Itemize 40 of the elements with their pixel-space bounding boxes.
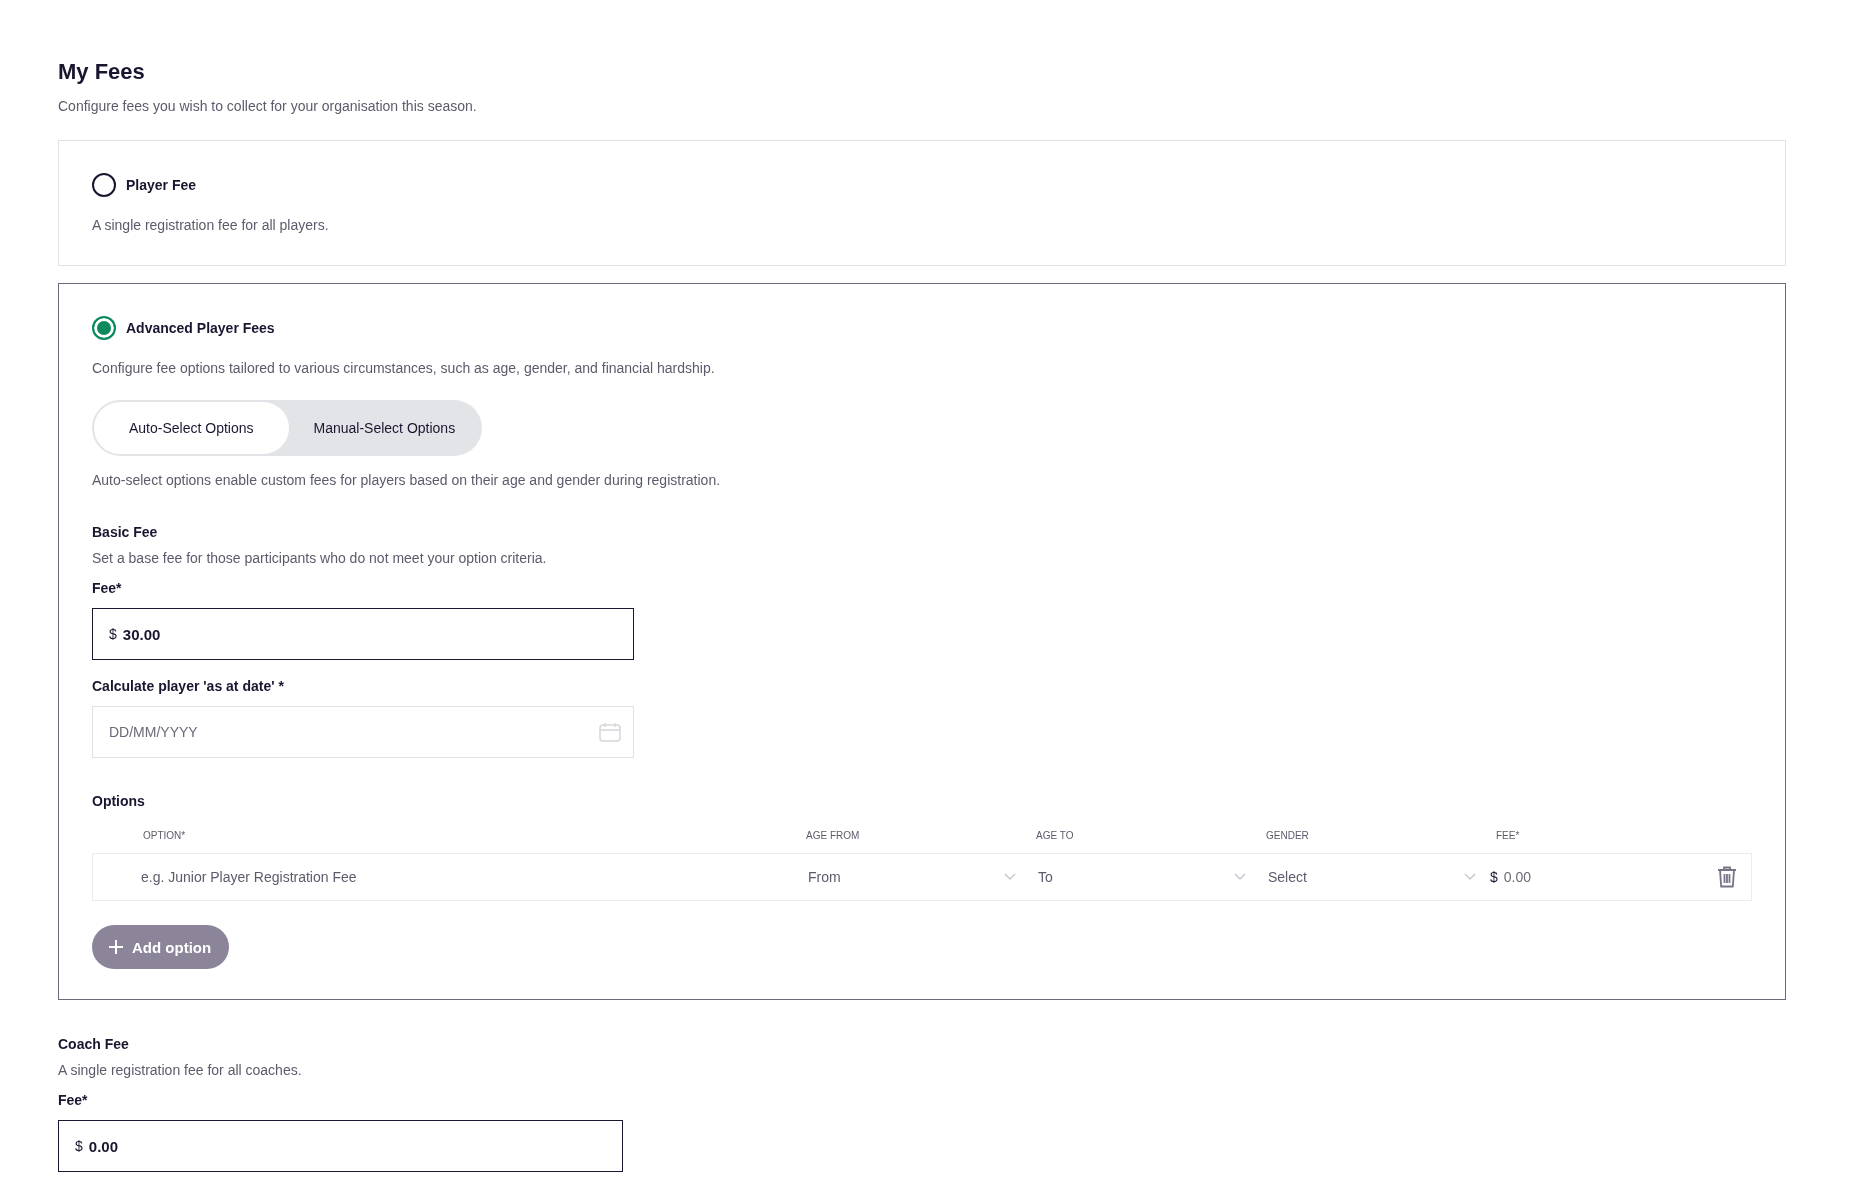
mode-description: Auto-select options enable custom fees for players based on their age and gender during registration. [92, 471, 722, 490]
age-to-select[interactable]: To [1030, 869, 1260, 885]
page-title: My Fees [58, 58, 146, 86]
fee-input-field[interactable]: $ 30.00 [92, 608, 634, 660]
chevron-down-icon [1234, 873, 1246, 881]
page-subtitle: Configure fees you wish to collect for your organisation this season. [58, 97, 478, 116]
column-header: OPTION* [142, 829, 187, 841]
radio-button[interactable] [92, 173, 116, 197]
gender-select[interactable]: Select [1260, 869, 1490, 885]
option-mode-tab[interactable]: Manual-Select Options [288, 402, 481, 454]
field-label: Fee* [92, 579, 123, 598]
section-title: Options [92, 792, 146, 811]
option-mode-tab[interactable]: Auto-Select Options [94, 402, 289, 454]
trash-icon[interactable] [1717, 866, 1737, 888]
fee-type-description: A single registration fee for all players. [92, 216, 330, 235]
plus-icon [108, 939, 124, 955]
chevron-down-icon [1004, 873, 1016, 881]
fee-type-description: Configure fee options tailored to various circumstances, such as age, gender, and financial hardship. [92, 359, 716, 378]
fee-input-field[interactable]: 0.00 [1503, 869, 1711, 885]
column-header: AGE TO [1035, 829, 1075, 841]
field-label: Fee* [58, 1091, 89, 1110]
chevron-down-icon [1464, 873, 1476, 881]
section-title: Coach Fee [58, 1035, 130, 1054]
section-description: A single registration fee for all coaches. [58, 1061, 303, 1080]
currency-symbol: $ [1490, 869, 1498, 885]
option-name-field[interactable]: e.g. Junior Player Registration Fee [93, 869, 800, 885]
radio-label: Player Fee [126, 177, 197, 193]
add-option-button[interactable]: Add option [92, 925, 230, 969]
section-description: Set a base fee for those participants who do not meet your option criteria. [92, 549, 548, 568]
radio-button[interactable] [92, 316, 116, 340]
date-input-field[interactable]: DD/MM/YYYY [92, 706, 634, 758]
calendar-icon [599, 722, 621, 742]
radio-label: Advanced Player Fees [126, 320, 275, 336]
column-header: FEE* [1495, 829, 1521, 841]
fee-input-field[interactable]: $ 0.00 [58, 1120, 623, 1172]
section-title: Basic Fee [92, 523, 159, 542]
column-header: AGE FROM [805, 829, 861, 841]
field-label: Calculate player 'as at date' * [92, 677, 285, 696]
column-header: GENDER [1265, 829, 1310, 841]
age-from-select[interactable]: From [800, 869, 1030, 885]
